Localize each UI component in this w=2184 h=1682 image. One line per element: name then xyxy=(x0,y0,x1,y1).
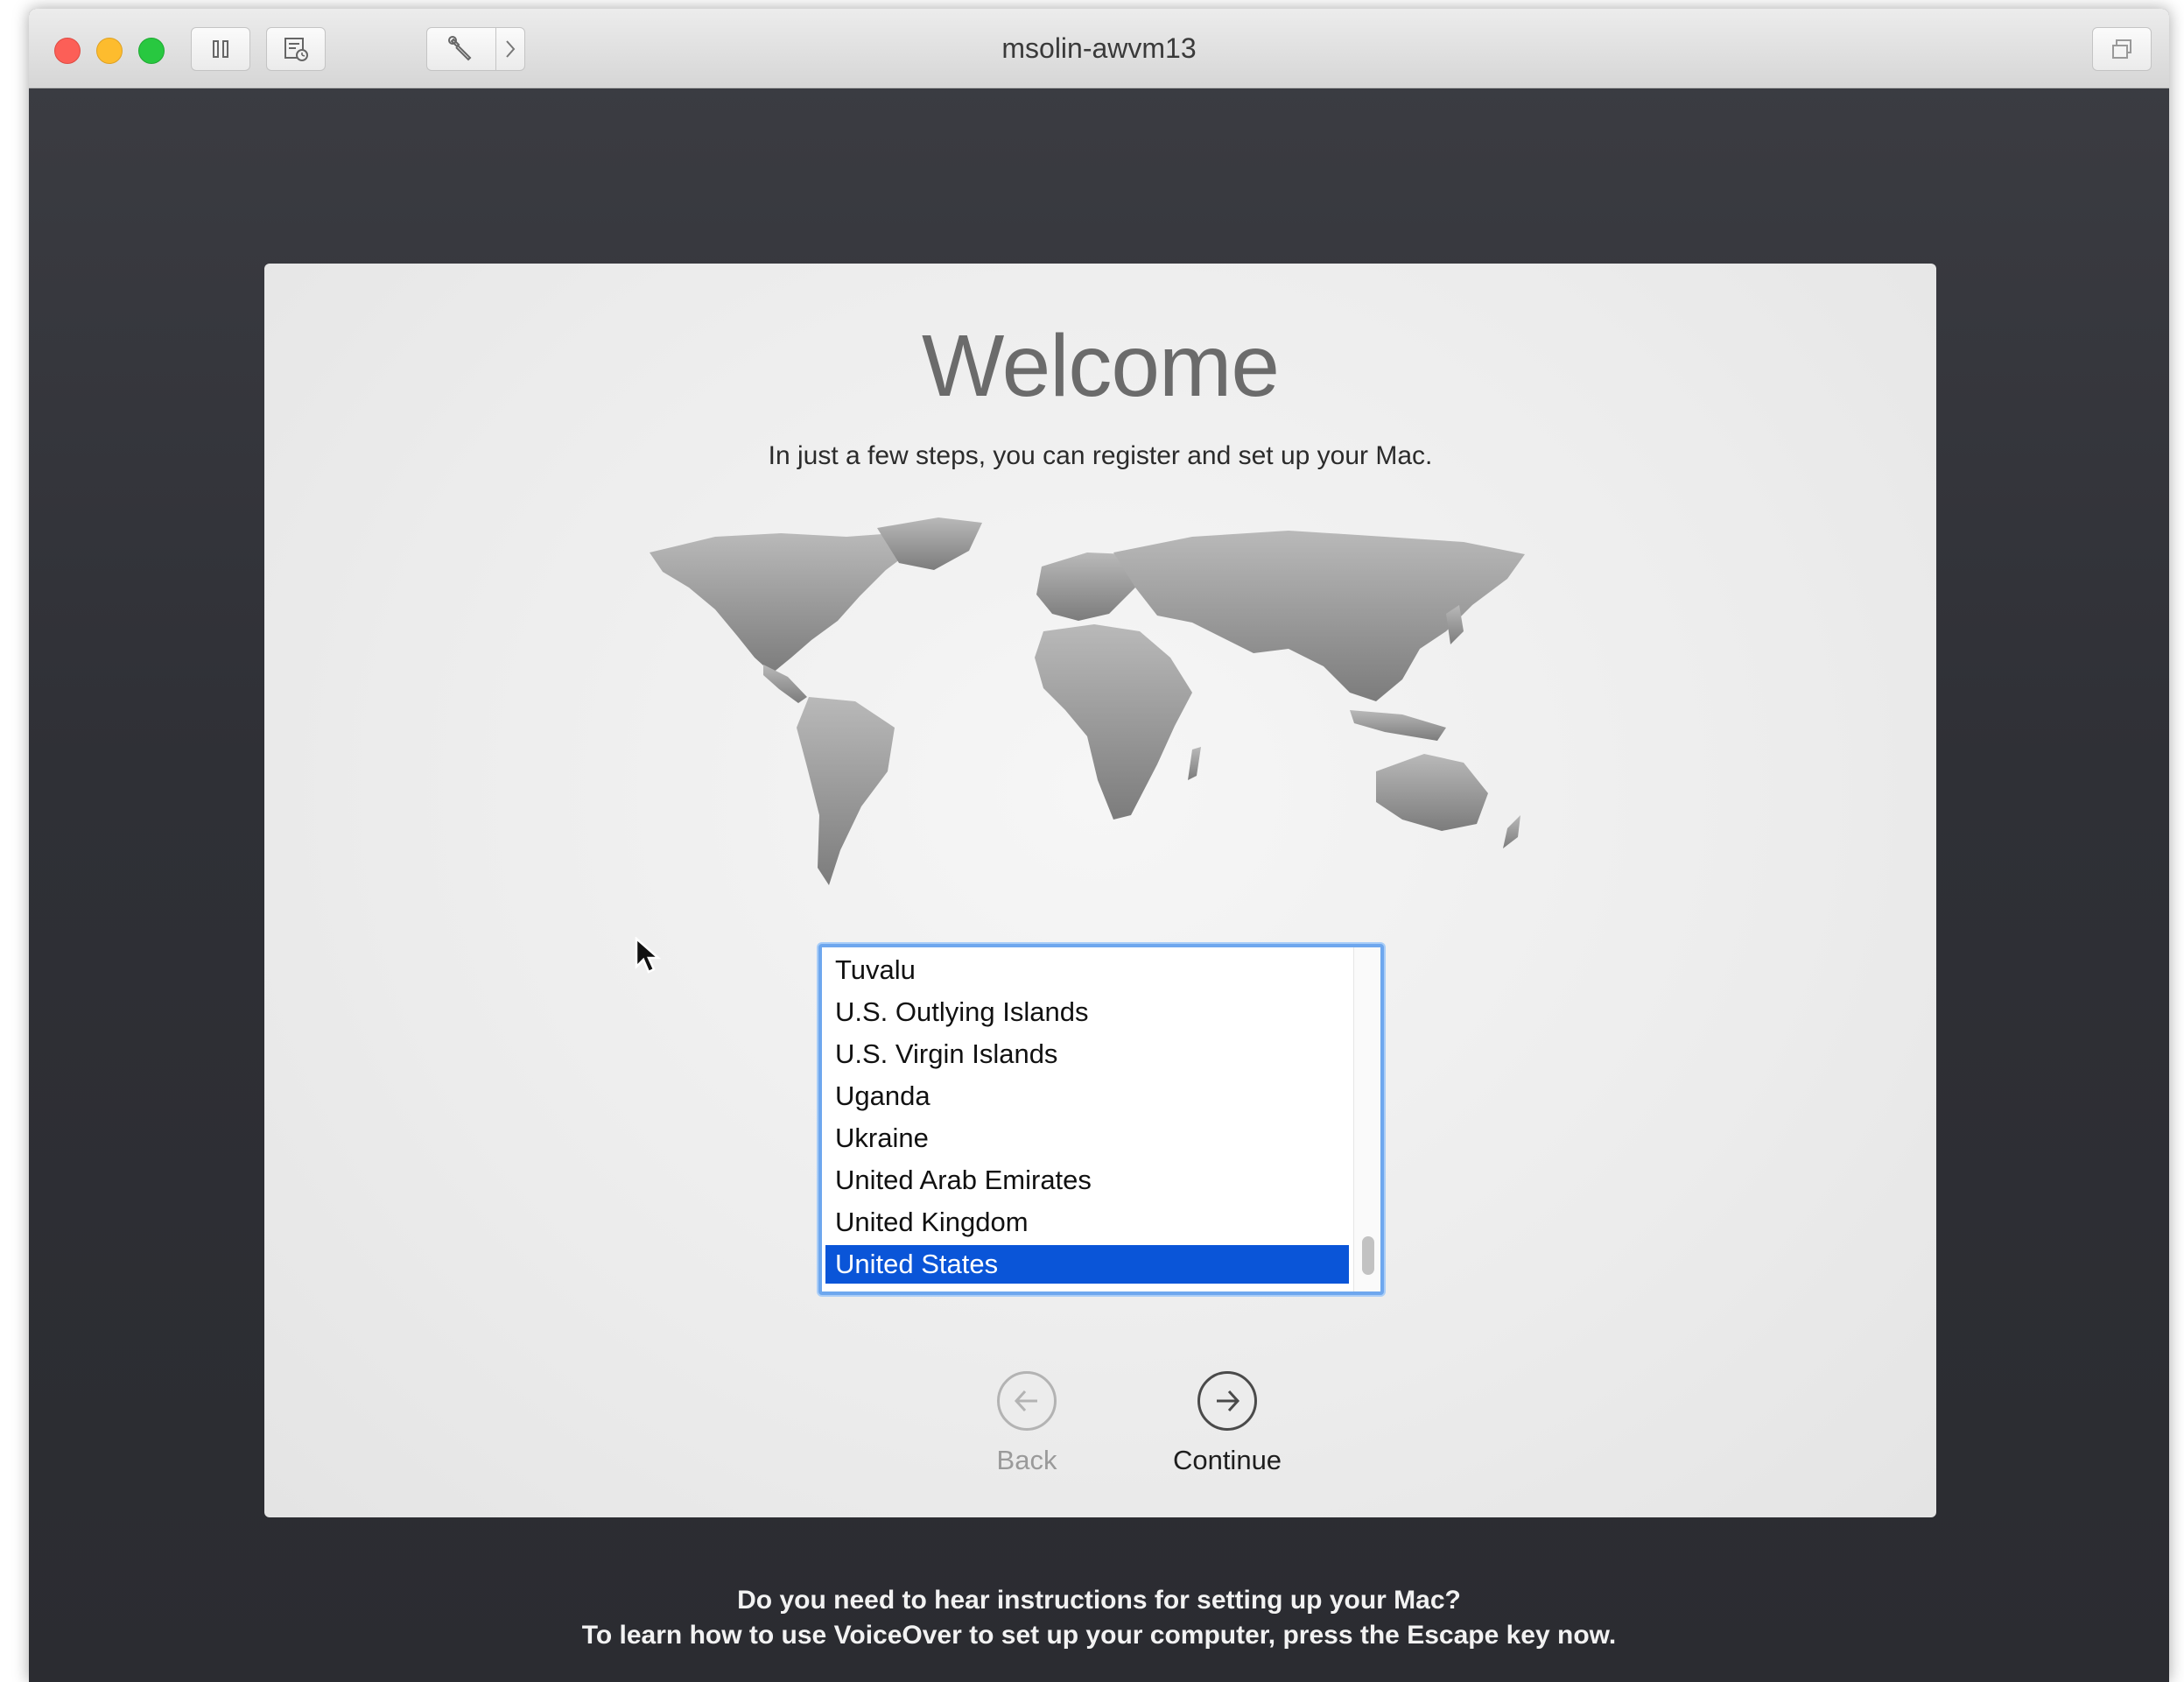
list-scrollbar[interactable] xyxy=(1353,947,1380,1291)
continue-button[interactable]: Continue xyxy=(1148,1371,1306,1476)
back-button[interactable]: Back xyxy=(948,1371,1106,1476)
list-item[interactable]: Ukraine xyxy=(825,1119,1349,1158)
list-item[interactable]: Tuvalu xyxy=(825,951,1349,989)
restore-window-icon xyxy=(2112,39,2131,59)
voiceover-instructions: To learn how to use VoiceOver to set up … xyxy=(581,1621,1617,1650)
list-item[interactable]: Uganda xyxy=(825,1077,1349,1115)
list-item[interactable]: United Kingdom xyxy=(825,1203,1349,1242)
vm-window: msolin-awvm13 Welcome In just a few step… xyxy=(29,9,2169,1682)
world-map-image xyxy=(650,517,1525,885)
window-title: msolin-awvm13 xyxy=(1001,32,1197,64)
list-item[interactable]: U.S. Virgin Islands xyxy=(825,1035,1349,1073)
title-bar: msolin-awvm13 xyxy=(29,9,2169,88)
mouse-cursor-icon xyxy=(635,937,661,974)
setup-assistant-panel: Welcome In just a few steps, you can reg… xyxy=(264,264,1936,1517)
continue-label: Continue xyxy=(1172,1445,1282,1475)
voiceover-prompt: Do you need to hear instructions for set… xyxy=(737,1586,1461,1615)
scrollbar-thumb[interactable] xyxy=(1362,1236,1374,1275)
country-list[interactable]: Tuvalu U.S. Outlying Islands U.S. Virgin… xyxy=(818,944,1384,1295)
restore-window-button[interactable] xyxy=(2092,27,2152,71)
back-arrow-icon xyxy=(997,1371,1057,1431)
list-item-selected[interactable]: United States xyxy=(825,1245,1349,1284)
continue-arrow-icon xyxy=(1197,1371,1257,1431)
back-label: Back xyxy=(996,1445,1057,1475)
page-title: Welcome xyxy=(922,317,1280,415)
list-item[interactable]: United Arab Emirates xyxy=(825,1161,1349,1200)
list-item[interactable]: U.S. Outlying Islands xyxy=(825,993,1349,1031)
page-subtitle: In just a few steps, you can register an… xyxy=(768,441,1433,470)
